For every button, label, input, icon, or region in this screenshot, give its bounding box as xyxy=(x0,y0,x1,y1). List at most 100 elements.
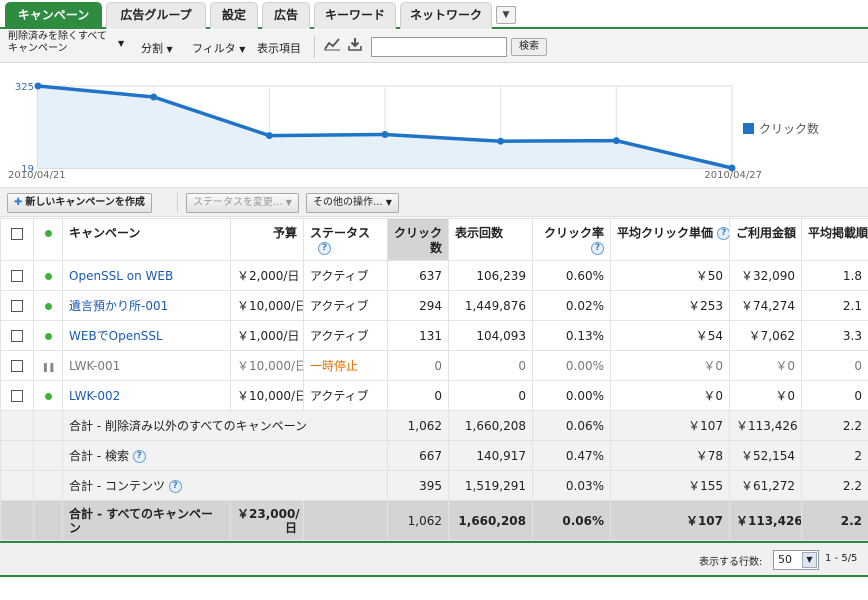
empty-cell xyxy=(33,410,63,441)
search-button[interactable]: 検索 xyxy=(511,38,547,56)
help-icon[interactable]: ? xyxy=(168,480,182,493)
more-tabs-dropdown-icon[interactable]: ▼ xyxy=(496,6,516,24)
cost-cell: ￥32,090 xyxy=(729,260,802,291)
rows-per-page-select[interactable]: 50 ▼ xyxy=(773,550,819,570)
toolbar: 削除済みを除くすべて キャンペーン ▼ 分割 ▼ フィルタ ▼ 表示項目 検索 xyxy=(0,30,868,63)
budget-cell[interactable]: ￥10,000/日 xyxy=(230,350,304,381)
tab-keywords[interactable]: キーワード xyxy=(314,2,396,29)
ctr-cell: 0.06% xyxy=(532,500,611,541)
campaign-link[interactable]: 遺言預かり所-001 xyxy=(69,299,168,313)
row-checkbox[interactable] xyxy=(11,330,23,342)
data-point xyxy=(381,131,389,139)
avg-position-cell: 2.1 xyxy=(801,290,868,321)
change-status-label: ステータスを変更... xyxy=(193,197,283,208)
col-impressions[interactable]: 表示回数 xyxy=(448,218,533,261)
col-status[interactable]: ステータス? xyxy=(303,218,388,261)
avg-cpc-cell: ￥0 xyxy=(610,380,730,411)
row-select-cell xyxy=(0,380,34,411)
row-checkbox[interactable] xyxy=(11,360,23,372)
avg-cpc-cell: ￥0 xyxy=(610,350,730,381)
search-input[interactable] xyxy=(371,37,507,57)
tab-campaigns[interactable]: キャンペーン xyxy=(5,2,102,29)
tab-networks[interactable]: ネットワーク xyxy=(400,2,492,29)
avg-cpc-cell: ￥253 xyxy=(610,290,730,321)
row-checkbox[interactable] xyxy=(11,270,23,282)
col-campaign[interactable]: キャンペーン xyxy=(62,218,231,261)
col-clicks-line2: 数 xyxy=(429,241,442,255)
avg-cpc-cell: ￥155 xyxy=(610,470,730,501)
active-status-icon[interactable] xyxy=(44,302,52,310)
change-status-dropdown[interactable]: ステータスを変更... ▼ xyxy=(186,193,299,213)
budget-cell[interactable]: ￥10,000/日 xyxy=(230,290,304,321)
row-select-cell xyxy=(0,350,34,381)
columns-button[interactable]: 表示項目 xyxy=(257,40,301,56)
row-checkbox[interactable] xyxy=(11,390,23,402)
budget-cell: ￥23,000/日 xyxy=(230,500,304,541)
avg-position-cell: 0 xyxy=(801,380,868,411)
view-filter-line2: キャンペーン xyxy=(8,43,68,54)
tab-ad-groups[interactable]: 広告グループ xyxy=(106,2,206,29)
cost-cell: ￥7,062 xyxy=(729,320,802,351)
avg-position-cell: 2.2 xyxy=(801,500,868,541)
filter-dropdown[interactable]: フィルタ ▼ xyxy=(192,40,245,56)
cost-cell: ￥61,272 xyxy=(729,470,802,501)
campaign-link[interactable]: LWK-002 xyxy=(69,389,120,403)
tab-ads[interactable]: 広告 xyxy=(262,2,310,29)
help-icon[interactable]: ? xyxy=(318,242,331,255)
active-status-icon[interactable] xyxy=(44,392,52,400)
chart-toggle-icon[interactable] xyxy=(323,37,341,55)
other-actions-label: その他の操作... xyxy=(313,197,383,208)
data-point xyxy=(150,93,158,101)
campaign-link[interactable]: LWK-001 xyxy=(69,359,120,373)
impressions-cell: 140,917 xyxy=(448,440,533,471)
campaign-link[interactable]: OpenSSL on WEB xyxy=(69,269,173,283)
row-status-cell: ❚❚ xyxy=(33,350,63,381)
campaign-name-cell: 遺言預かり所-001 xyxy=(62,290,231,321)
row-select-cell xyxy=(0,320,34,351)
status-cell: アクティブ xyxy=(303,290,388,321)
active-status-icon[interactable] xyxy=(44,332,52,340)
active-status-icon[interactable] xyxy=(44,272,52,280)
campaign-name-cell: WEBでOpenSSL xyxy=(62,320,231,351)
new-campaign-button[interactable]: ✚ 新しいキャンペーンを作成 xyxy=(7,193,152,213)
tab-settings[interactable]: 設定 xyxy=(210,2,258,29)
status-filter-icon[interactable] xyxy=(44,230,52,237)
status-cell: アクティブ xyxy=(303,260,388,291)
other-actions-dropdown[interactable]: その他の操作... ▼ xyxy=(306,193,399,213)
help-icon[interactable]: ? xyxy=(132,450,146,463)
campaign-link[interactable]: WEBでOpenSSL xyxy=(69,329,163,343)
legend-swatch xyxy=(743,123,754,134)
view-filter-dropdown[interactable]: 削除済みを除くすべて キャンペーン ▼ xyxy=(8,31,124,55)
table-row: ❚❚ LWK-001 ￥10,000/日 一時停止 0 0 0.00% ￥0 ￥… xyxy=(0,350,868,381)
plus-icon: ✚ xyxy=(14,197,23,208)
status-cell: 一時停止 xyxy=(303,350,388,381)
chevron-down-icon: ▼ xyxy=(802,552,817,568)
clicks-cell: 131 xyxy=(387,320,449,351)
total-label-cell: 合計 - コンテンツ ? xyxy=(62,470,388,501)
help-icon[interactable]: ? xyxy=(717,227,729,240)
download-icon[interactable] xyxy=(346,37,364,55)
budget-cell[interactable]: ￥1,000/日 xyxy=(230,320,304,351)
budget-cell[interactable]: ￥2,000/日 xyxy=(230,260,304,291)
row-status-cell xyxy=(33,260,63,291)
col-avg-position[interactable]: 平均掲載順位 xyxy=(801,218,868,261)
col-cost[interactable]: ご利用金額 xyxy=(729,218,802,261)
segment-dropdown[interactable]: 分割 ▼ xyxy=(141,40,173,56)
table-row: 遺言預かり所-001 ￥10,000/日 アクティブ 294 1,449,876… xyxy=(0,290,868,321)
status-cell: アクティブ xyxy=(303,380,388,411)
impressions-cell: 104,093 xyxy=(448,320,533,351)
select-all-checkbox[interactable] xyxy=(11,227,23,240)
budget-cell[interactable]: ￥10,000/日 xyxy=(230,380,304,411)
ctr-cell: 0.03% xyxy=(532,470,611,501)
x-tick-label: 2010/04/27 xyxy=(704,170,762,181)
page-range: 1 - 5/5 xyxy=(825,553,858,564)
paused-status-icon[interactable]: ❚❚ xyxy=(41,363,55,373)
col-avg-cpc[interactable]: 平均クリック単価 ? xyxy=(610,218,730,261)
avg-cpc-cell: ￥50 xyxy=(610,260,730,291)
col-clicks[interactable]: クリック数 xyxy=(387,218,449,261)
col-ctr[interactable]: クリック率? xyxy=(532,218,611,261)
row-select-cell xyxy=(0,260,34,291)
col-budget[interactable]: 予算 xyxy=(230,218,304,261)
row-checkbox[interactable] xyxy=(11,300,23,312)
help-icon[interactable]: ? xyxy=(591,242,604,255)
